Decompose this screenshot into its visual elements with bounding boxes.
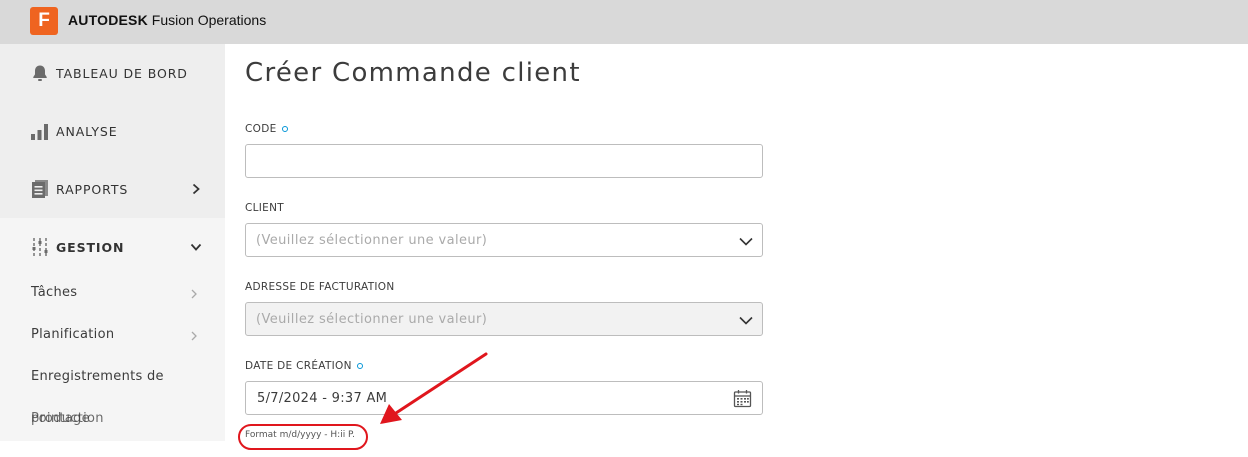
chevron-down-icon [188, 239, 204, 255]
sidebar-item-gestion[interactable]: GESTION [0, 218, 225, 276]
billing-address-select[interactable]: (Veuillez sélectionner une valeur) [245, 302, 763, 336]
chevron-right-icon [188, 329, 200, 343]
creation-date-field[interactable]: 5/7/2024 - 9:37 AM [245, 381, 763, 415]
client-label: CLIENT [245, 202, 284, 214]
billing-address-label: ADRESSE DE FACTURATION [245, 281, 395, 293]
bell-icon [30, 63, 50, 83]
chevron-down-icon[interactable] [738, 233, 754, 249]
code-input[interactable] [246, 145, 762, 177]
fusion-logo-icon[interactable]: F [30, 7, 58, 35]
creation-date-value: 5/7/2024 - 9:37 AM [257, 391, 388, 406]
chevron-right-icon [188, 181, 204, 197]
sidebar-item-tableau-de-bord[interactable]: TABLEAU DE BORD [0, 44, 225, 102]
client-placeholder: (Veuillez sélectionner une valeur) [256, 233, 488, 248]
client-select[interactable]: (Veuillez sélectionner une valeur) [245, 223, 763, 257]
sidebar-subitem-planification[interactable]: Planification [0, 315, 225, 357]
creation-date-label: DATE DE CRÉATION [245, 360, 363, 372]
required-indicator-icon [356, 363, 363, 369]
required-indicator-icon [281, 126, 288, 132]
annotation-highlight-ring [238, 424, 368, 450]
code-field[interactable] [245, 144, 763, 178]
sidebar-item-rapports[interactable]: RAPPORTS [0, 160, 225, 218]
app-title: AUTODESK Fusion Operations [68, 12, 267, 28]
sidebar: TABLEAU DE BORD ANALYSE RAPPORTS GESTION… [0, 44, 225, 441]
bar-chart-icon [30, 121, 50, 141]
reports-icon [30, 179, 50, 199]
chevron-down-icon[interactable] [738, 312, 754, 328]
sidebar-subitem-pointage[interactable]: production Pointage [0, 399, 225, 441]
top-bar: F AUTODESK Fusion Operations [0, 0, 1248, 44]
sliders-icon [30, 237, 50, 257]
code-label: CODE [245, 123, 288, 135]
sidebar-subitem-taches[interactable]: Tâches [0, 273, 225, 315]
calendar-icon[interactable] [733, 389, 752, 408]
sidebar-subitem-enregistrements[interactable]: Enregistrements de [0, 357, 225, 399]
billing-address-placeholder: (Veuillez sélectionner une valeur) [256, 312, 488, 327]
sidebar-item-analyse[interactable]: ANALYSE [0, 102, 225, 160]
page-title: Créer Commande client [245, 58, 581, 88]
chevron-right-icon [188, 287, 200, 301]
main-content: Créer Commande client CODE CLIENT (Veuil… [225, 44, 1248, 457]
